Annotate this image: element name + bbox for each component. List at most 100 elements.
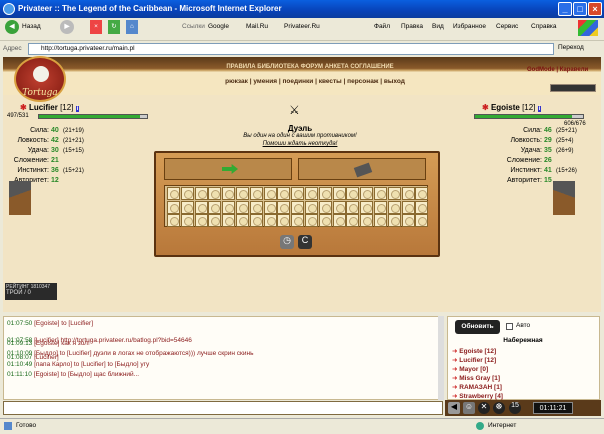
grid-cell[interactable] bbox=[387, 200, 401, 214]
menu-tools[interactable]: Сервис bbox=[496, 20, 518, 34]
grid-cell[interactable] bbox=[305, 200, 318, 214]
google-link[interactable]: Google bbox=[208, 20, 229, 34]
grid-cell[interactable] bbox=[236, 187, 249, 200]
emoticon-icon[interactable]: ☺ bbox=[463, 402, 475, 414]
grid-cell[interactable] bbox=[360, 214, 374, 227]
chat-scrollbar[interactable] bbox=[438, 316, 444, 400]
enemy-info-icon[interactable]: i bbox=[537, 106, 542, 112]
grid-cell[interactable] bbox=[346, 214, 360, 227]
player-info-icon[interactable]: i bbox=[75, 106, 80, 112]
grid-cell[interactable] bbox=[277, 214, 291, 227]
grid-cell[interactable] bbox=[374, 187, 387, 200]
grid-cell[interactable] bbox=[277, 200, 291, 214]
grid-cell[interactable] bbox=[236, 214, 249, 227]
forward-icon[interactable]: ▶ bbox=[60, 20, 74, 34]
maximize-button[interactable]: □ bbox=[573, 2, 587, 16]
chat-input[interactable] bbox=[3, 401, 443, 415]
arrow-left-icon[interactable]: ◀ bbox=[448, 402, 460, 414]
chat-log[interactable]: 01:07:50 [Egoiste] to [Lucifier] 01:07:58… bbox=[3, 316, 443, 400]
grid-cell[interactable] bbox=[374, 200, 387, 214]
grid-cell[interactable] bbox=[249, 200, 263, 214]
online-user-name[interactable]: Miss Gray [1] bbox=[459, 375, 500, 382]
close-button[interactable]: × bbox=[588, 2, 602, 16]
grid-cell[interactable] bbox=[401, 187, 415, 200]
online-user[interactable]: ➜ Mayor [0] bbox=[452, 365, 582, 374]
chat-timestamp[interactable]: 01:07:50 bbox=[7, 320, 34, 327]
grid-cell[interactable] bbox=[222, 187, 236, 200]
chat-timestamp[interactable]: 01:09:13 bbox=[7, 340, 34, 347]
grid-cell[interactable] bbox=[332, 187, 346, 200]
refresh-icon[interactable]: ↻ bbox=[108, 20, 120, 34]
grid-cell[interactable] bbox=[346, 187, 360, 200]
duel-grid[interactable] bbox=[164, 185, 429, 227]
home-icon[interactable]: ⌂ bbox=[126, 20, 138, 34]
grid-cell[interactable] bbox=[332, 214, 346, 227]
grid-cell[interactable] bbox=[180, 200, 194, 214]
menu-help[interactable]: Справка bbox=[531, 20, 557, 34]
grid-cell[interactable] bbox=[305, 187, 318, 200]
grid-cell[interactable] bbox=[208, 214, 222, 227]
attack-button[interactable]: C bbox=[298, 235, 312, 249]
grid-cell[interactable] bbox=[167, 200, 180, 214]
grid-cell[interactable] bbox=[236, 200, 249, 214]
online-user-name[interactable]: Strawberry [4] bbox=[459, 393, 503, 400]
grid-cell[interactable] bbox=[360, 187, 374, 200]
enemy-name[interactable]: Egoiste bbox=[491, 103, 520, 112]
grid-cell[interactable] bbox=[180, 214, 194, 227]
godmode-link[interactable]: GodMode | Каравели bbox=[527, 67, 588, 73]
grid-cell[interactable] bbox=[318, 200, 332, 214]
grid-cell[interactable] bbox=[263, 214, 277, 227]
grid-cell[interactable] bbox=[401, 200, 415, 214]
back-icon[interactable]: ◀ bbox=[5, 20, 19, 34]
player-weapon-slot[interactable] bbox=[164, 158, 292, 180]
grid-cell[interactable] bbox=[263, 200, 277, 214]
grid-cell[interactable] bbox=[208, 187, 222, 200]
grid-cell[interactable] bbox=[401, 214, 415, 227]
grid-cell[interactable] bbox=[249, 187, 263, 200]
menu-favorites[interactable]: Избранное bbox=[453, 20, 486, 34]
back-button[interactable]: Назад bbox=[22, 20, 41, 34]
grid-cell[interactable] bbox=[208, 200, 222, 214]
grid-cell[interactable] bbox=[194, 214, 208, 227]
enemy-weapon-slot[interactable] bbox=[298, 158, 426, 180]
grid-cell[interactable] bbox=[360, 200, 374, 214]
main-nav[interactable]: рюкзак | умения | поединки | квесты | пе… bbox=[150, 78, 480, 85]
tortuga-logo[interactable]: Tortuga bbox=[14, 56, 66, 102]
online-user[interactable]: ➜ RAMAЗАН [1] bbox=[452, 383, 582, 392]
privateer-link[interactable]: Privateer.Ru bbox=[284, 20, 320, 34]
auto-checkbox[interactable] bbox=[506, 323, 513, 330]
crew-icon[interactable]: ☸ bbox=[493, 402, 505, 414]
grid-cell[interactable] bbox=[387, 214, 401, 227]
chat-timestamp[interactable]: 01:11:10 bbox=[7, 371, 34, 378]
swords-icon[interactable]: ✕ bbox=[478, 402, 490, 414]
chat-timestamp[interactable]: 01:10:49 bbox=[7, 361, 34, 368]
grid-cell[interactable] bbox=[415, 200, 429, 214]
clock-button[interactable]: ◷ bbox=[280, 235, 294, 249]
grid-cell[interactable] bbox=[194, 187, 208, 200]
grid-cell[interactable] bbox=[222, 214, 236, 227]
address-input[interactable]: http://tortuga.privateer.ru/main.pl bbox=[28, 43, 554, 55]
online-user[interactable]: ➜ Egoiste [12] bbox=[452, 347, 582, 356]
refresh-button[interactable]: Обновить bbox=[455, 320, 500, 334]
grid-cell[interactable] bbox=[291, 187, 305, 200]
online-user-name[interactable]: Lucifier [12] bbox=[459, 357, 496, 364]
grid-cell[interactable] bbox=[249, 214, 263, 227]
grid-cell[interactable] bbox=[291, 214, 305, 227]
stop-icon[interactable]: × bbox=[90, 20, 102, 34]
grid-cell[interactable] bbox=[167, 187, 180, 200]
online-user[interactable]: ➜ Miss Gray [1] bbox=[452, 374, 582, 383]
online-user-name[interactable]: Mayor [0] bbox=[459, 366, 488, 373]
grid-cell[interactable] bbox=[387, 187, 401, 200]
chat-timestamp[interactable]: 01:10:09 bbox=[7, 350, 34, 357]
grid-cell[interactable] bbox=[332, 200, 346, 214]
top-nav[interactable]: ПРАВИЛА БИБЛИОТЕКА ФОРУМ АНКЕТА СОГЛАШЕН… bbox=[120, 64, 500, 70]
grid-cell[interactable] bbox=[263, 187, 277, 200]
grid-cell[interactable] bbox=[415, 187, 429, 200]
minimize-button[interactable]: _ bbox=[558, 2, 572, 16]
go-button[interactable]: Переход bbox=[558, 44, 584, 51]
menu-view[interactable]: Вид bbox=[432, 20, 444, 34]
counter-badge[interactable]: 15 bbox=[509, 402, 521, 414]
online-user-name[interactable]: Egoiste [12] bbox=[459, 348, 496, 355]
grid-cell[interactable] bbox=[415, 214, 429, 227]
online-user[interactable]: ➜ Lucifier [12] bbox=[452, 356, 582, 365]
